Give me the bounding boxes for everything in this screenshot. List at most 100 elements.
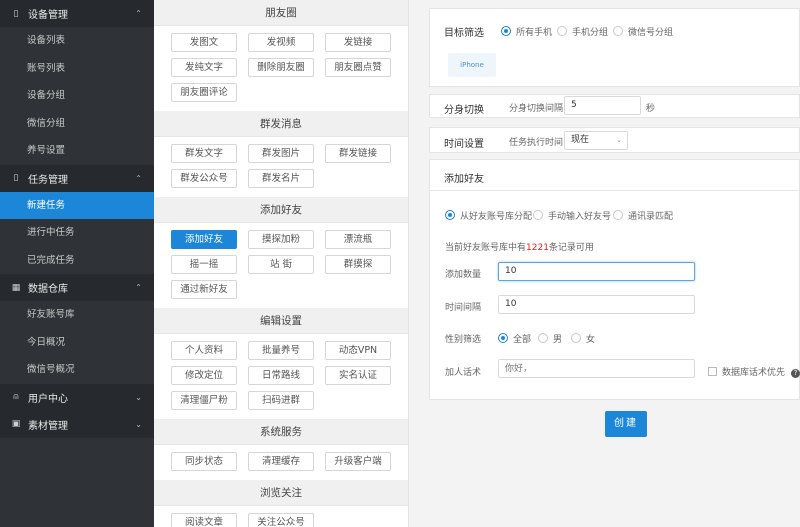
sidebar-item[interactable]: 设备分组 <box>0 82 154 110</box>
task-type-button[interactable]: 阅读文章 <box>171 513 237 527</box>
db-priority-checkbox[interactable]: 数据库话术优先? <box>708 365 800 378</box>
radio-dot-icon <box>501 26 511 36</box>
add-friend-header: 添加好友 <box>430 160 799 191</box>
radio-gender-female[interactable]: 女 <box>571 332 595 345</box>
task-type-button[interactable]: 摇一摇 <box>171 255 237 274</box>
sidebar-group-title: 任务管理 <box>28 174 68 186</box>
radio-phone-group[interactable]: 手机分组 <box>557 25 608 38</box>
task-type-button[interactable]: 升级客户端 <box>325 452 391 471</box>
task-type-button[interactable]: 同步状态 <box>171 452 237 471</box>
greeting-input[interactable] <box>498 359 695 378</box>
task-type-button[interactable]: 群发名片 <box>248 169 314 188</box>
task-type-button[interactable]: 添加好友 <box>171 230 237 249</box>
sidebar-item[interactable]: 已完成任务 <box>0 247 154 275</box>
task-type-button[interactable]: 群发公众号 <box>171 169 237 188</box>
task-type-button[interactable]: 群发图片 <box>248 144 314 163</box>
chevron-down-icon: ⌄ <box>616 136 622 144</box>
sidebar-item[interactable]: 今日概况 <box>0 329 154 357</box>
task-type-button[interactable]: 批量养号 <box>248 341 314 360</box>
time-setting-label: 时间设置 <box>444 139 484 150</box>
radio-source-contacts[interactable]: 通讯录匹配 <box>613 209 673 222</box>
radio-gender-male[interactable]: 男 <box>538 332 562 345</box>
switch-unit: 秒 <box>646 104 656 114</box>
task-type-button[interactable]: 通过新好友 <box>171 280 237 299</box>
sidebar-item[interactable]: 好友账号库 <box>0 301 154 329</box>
task-type-button[interactable]: 删除朋友圈 <box>248 58 314 77</box>
section-title: 浏览关注 <box>154 480 408 506</box>
task-type-panel: 朋友圈 发图文 发视频 发链接 发纯文字 删除朋友圈 朋友圈点赞 朋友圈评论 群发消息 群发文字群… <box>154 0 409 527</box>
radio-label: 手机分组 <box>572 28 609 38</box>
task-type-button[interactable]: 群摸探 <box>325 255 391 274</box>
task-type-button[interactable]: 发链接 <box>325 33 391 52</box>
add-count-label: 添加数量 <box>445 270 482 280</box>
task-type-button[interactable]: 日常路线 <box>248 366 314 385</box>
task-type-button[interactable]: 清理缓存 <box>248 452 314 471</box>
chevron-up-icon: ⌃ <box>135 9 142 18</box>
radio-gender-all[interactable]: 全部 <box>498 332 531 345</box>
checkbox-box-icon <box>708 367 717 376</box>
exec-time-select[interactable]: 现在 ⌄ <box>564 131 628 150</box>
sidebar-group-3[interactable]: ⍝ 用户中心 ⌄ <box>0 383 154 411</box>
sidebar-item[interactable]: 设备列表 <box>0 27 154 55</box>
radio-dot-icon <box>533 210 543 220</box>
sidebar-group-title: 用户中心 <box>28 393 68 405</box>
chevron-down-icon: ⌄ <box>135 392 142 402</box>
radio-source-db[interactable]: 从好友账号库分配 <box>445 209 532 222</box>
task-type-button[interactable]: 实名认证 <box>325 366 391 385</box>
task-type-button[interactable]: 漂流瓶 <box>325 230 391 249</box>
section-title: 系统服务 <box>154 419 408 445</box>
interval-label: 时间间隔 <box>445 303 482 313</box>
add-count-input[interactable]: 10 <box>498 262 695 281</box>
radio-label: 从好友账号库分配 <box>460 212 533 222</box>
task-type-button[interactable]: 群发链接 <box>325 144 391 163</box>
radio-label: 男 <box>553 335 563 345</box>
interval-input[interactable]: 10 <box>498 295 695 314</box>
sidebar-group-title: 设备管理 <box>28 10 68 21</box>
create-button[interactable]: 创建 <box>605 411 647 437</box>
task-type-button[interactable]: 个人资料 <box>171 341 237 360</box>
radio-dot-icon <box>538 333 548 343</box>
help-icon[interactable]: ? <box>791 369 800 378</box>
gender-filter-label: 性别筛选 <box>445 335 482 345</box>
section-buttons: 发图文 发视频 发链接发纯文字 删除朋友圈 朋友圈点赞朋友圈评论 <box>154 26 408 111</box>
task-type-button[interactable]: 朋友圈评论 <box>171 83 237 102</box>
phone-icon: ▯ <box>13 8 19 19</box>
task-type-button[interactable]: 发视频 <box>248 33 314 52</box>
chevron-down-icon: ⌄ <box>135 419 142 429</box>
task-type-button[interactable]: 动态VPN <box>325 341 391 360</box>
task-type-button[interactable]: 站 街 <box>248 255 314 274</box>
sidebar-item[interactable]: 进行中任务 <box>0 219 154 247</box>
exec-time-label: 任务执行时间 <box>509 138 564 148</box>
section-title: 编辑设置 <box>154 308 408 334</box>
task-config-panel: 目标筛选 所有手机 手机分组 微信号分组 iPhone 分身切换 分身切换间隔 … <box>429 0 800 527</box>
add-friend-card: 添加好友 从好友账号库分配 手动输入好友号 通讯录匹配 当前好友账号库中有122… <box>429 159 800 400</box>
task-type-button[interactable]: 清理僵尸粉 <box>171 391 237 410</box>
add-friend-title: 添加好友 <box>444 174 484 185</box>
phone-icon: ▯ <box>13 173 19 183</box>
task-type-button[interactable]: 摸探加粉 <box>248 230 314 249</box>
sidebar-group-1[interactable]: ▯ 任务管理 ⌃ <box>0 164 154 192</box>
radio-dot-icon <box>557 26 567 36</box>
task-type-button[interactable]: 关注公众号 <box>248 513 314 527</box>
task-type-button[interactable]: 群发文字 <box>171 144 237 163</box>
sidebar-item[interactable]: 微信分组 <box>0 110 154 138</box>
task-type-button[interactable]: 朋友圈点赞 <box>325 58 391 77</box>
switch-interval-input[interactable]: 5 <box>564 96 641 115</box>
section-title: 朋友圈 <box>154 0 408 26</box>
task-type-button[interactable]: 扫码进群 <box>248 391 314 410</box>
sidebar-item[interactable]: 微信号概况 <box>0 356 154 384</box>
sidebar-group-2[interactable]: ▦ 数据仓库 ⌃ <box>0 274 154 301</box>
task-type-button[interactable]: 发图文 <box>171 33 237 52</box>
target-filter-card: 目标筛选 所有手机 手机分组 微信号分组 iPhone <box>429 8 800 87</box>
radio-all-phones[interactable]: 所有手机 <box>501 25 552 38</box>
sidebar-item[interactable]: 新建任务 <box>0 191 154 219</box>
sidebar-group-0[interactable]: ▯ 设备管理 ⌃ <box>0 0 154 27</box>
sidebar-group-4[interactable]: ▣ 素材管理 ⌄ <box>0 410 154 438</box>
radio-wechat-group[interactable]: 微信号分组 <box>613 25 673 38</box>
radio-source-manual[interactable]: 手动输入好友号 <box>533 209 611 222</box>
task-type-button[interactable]: 发纯文字 <box>171 58 237 77</box>
task-type-button[interactable]: 修改定位 <box>171 366 237 385</box>
device-tag[interactable]: iPhone <box>448 53 496 77</box>
sidebar-item[interactable]: 养号设置 <box>0 137 154 165</box>
sidebar-item[interactable]: 账号列表 <box>0 55 154 83</box>
